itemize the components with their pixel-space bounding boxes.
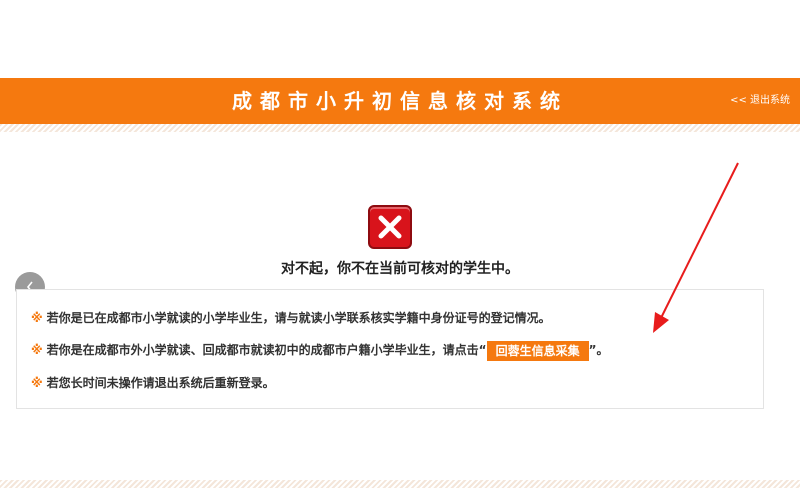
- notice-text: 若您长时间未操作请退出系统后重新登录。: [46, 376, 275, 390]
- logout-link[interactable]: << 退出系统: [730, 78, 790, 124]
- notice-line-1: ※ 若你是已在成都市小学就读的小学毕业生，请与就读小学联系核实学籍中身份证号的登记…: [31, 307, 551, 329]
- notice-mark: ※: [31, 343, 43, 357]
- error-message: 对不起，你不在当前可核对的学生中。: [281, 261, 519, 277]
- footer-stripe: [0, 480, 800, 488]
- notice-box: ※ 若你是已在成都市小学就读的小学毕业生，请与就读小学联系核实学籍中身份证号的登记…: [16, 289, 764, 409]
- return-student-info-button[interactable]: 回蓉生信息采集: [486, 340, 589, 361]
- notice-text: 若你是已在成都市小学就读的小学毕业生，请与就读小学联系核实学籍中身份证号的登记情…: [46, 311, 551, 325]
- error-x-icon: [368, 205, 412, 249]
- notice-line-3: ※ 若您长时间未操作请退出系统后重新登录。: [31, 372, 275, 394]
- header-stripe: [0, 124, 800, 132]
- page-title: 成都市小升初信息核对系统: [232, 89, 568, 113]
- header-bar: 成都市小升初信息核对系统 << 退出系统: [0, 78, 800, 124]
- page: 成都市小升初信息核对系统 << 退出系统 对不起，你不在当前可核对的学生中。 ※…: [0, 0, 800, 489]
- notice-mark: ※: [31, 311, 43, 325]
- notice-text: 若你是在成都市外小学就读、回成都市就读初中的成都市户籍小学毕业生，请点击“: [46, 343, 487, 357]
- notice-line-2: ※ 若你是在成都市外小学就读、回成都市就读初中的成都市户籍小学毕业生，请点击“ 回蓉…: [31, 339, 608, 361]
- notice-text: ”。: [588, 343, 609, 357]
- notice-mark: ※: [31, 376, 43, 390]
